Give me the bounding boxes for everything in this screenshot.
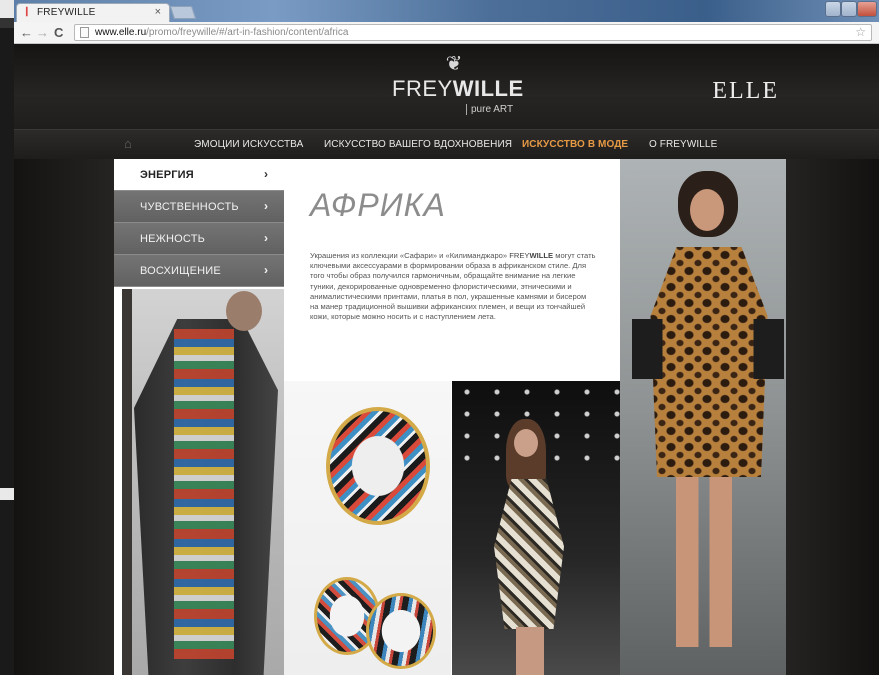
- article-heading: АФРИКА: [310, 187, 446, 223]
- logo-tagline: pure ART: [466, 104, 513, 115]
- submenu-item-sensuality[interactable]: ЧУВСТВЕННОСТЬ ›: [114, 191, 284, 223]
- article-panel: АФРИКА Украшения из коллекции «Сафари» и…: [284, 159, 620, 379]
- content-panel: ЭНЕРГИЯ › ЧУВСТВЕННОСТЬ › НЕЖНОСТЬ › ВОС…: [114, 159, 786, 675]
- model-face: [690, 189, 724, 231]
- kaftan-model-photo: [122, 289, 284, 675]
- chevron-right-icon: ›: [264, 199, 268, 213]
- bangle-large: [326, 407, 430, 525]
- model-legs: [516, 627, 544, 675]
- tab-title: FREYWILLE: [37, 7, 96, 18]
- photo-shadow: [122, 289, 132, 675]
- submenu-item-label: НЕЖНОСТЬ: [140, 233, 206, 245]
- article-body-intro: Украшения из коллекции «Сафари» и «Килим…: [310, 251, 510, 260]
- nav-item-art-in-fashion[interactable]: ИСКУССТВО В МОДЕ: [522, 139, 628, 150]
- url-text: www.elle.ru/promo/freywille/#/art-in-fas…: [95, 27, 348, 38]
- runway-model: [494, 419, 564, 675]
- logo-frey: FREY: [392, 76, 453, 101]
- submenu-item-tenderness[interactable]: НЕЖНОСТЬ ›: [114, 223, 284, 255]
- chevron-right-icon: ›: [264, 231, 268, 245]
- submenu-item-label: ЧУВСТВЕННОСТЬ: [140, 201, 239, 213]
- feather-sleeves: [632, 319, 784, 379]
- back-arrow-icon[interactable]: ←: [20, 25, 33, 41]
- maximize-button[interactable]: [841, 1, 857, 17]
- address-bar: ← → C www.elle.ru/promo/freywille/#/art-…: [14, 22, 879, 44]
- logo-wordmark: FREYWILLE: [392, 76, 524, 102]
- elle-logo[interactable]: ELLE: [712, 78, 779, 105]
- website: ❦ FREYWILLE pure ART ELLE ⌂ ЭМОЦИИ ИСКУС…: [14, 44, 879, 675]
- tab-bar: Ⅰ FREYWILLE ×: [14, 0, 879, 22]
- desktop-window-edge: [0, 28, 14, 488]
- url-host: www.elle.ru: [95, 27, 147, 38]
- forward-arrow-icon[interactable]: →: [36, 25, 49, 41]
- brand-name: FREYWILLE: [509, 251, 553, 260]
- minimize-button[interactable]: [825, 1, 841, 17]
- nav-item-inspiration[interactable]: ИСКУССТВО ВАШЕГО ВДОХНОВЕНИЯ: [324, 139, 512, 150]
- chevron-right-icon: ›: [264, 263, 268, 277]
- freywille-logo[interactable]: ❦ FREYWILLE pure ART: [388, 52, 538, 122]
- url-input[interactable]: www.elle.ru/promo/freywille/#/art-in-fas…: [74, 24, 872, 41]
- bangle-small-right: [366, 593, 436, 669]
- page-icon: [80, 27, 89, 38]
- brand-frey: FREY: [509, 251, 530, 260]
- home-icon[interactable]: ⌂: [124, 137, 138, 151]
- close-window-button[interactable]: [857, 1, 877, 17]
- brand-wille: WILLE: [529, 251, 554, 260]
- bookmark-star-icon[interactable]: ☆: [855, 25, 866, 39]
- browser-tab[interactable]: Ⅰ FREYWILLE ×: [16, 3, 170, 22]
- printed-dress: [494, 479, 564, 629]
- nav-item-emotions[interactable]: ЭМОЦИИ ИСКУССТВА: [194, 139, 303, 150]
- model-legs: [676, 477, 732, 647]
- url-path: /promo/freywille/#/art-in-fashion/conten…: [146, 27, 349, 38]
- model-face: [514, 429, 538, 457]
- site-header: ❦ FREYWILLE pure ART ELLE: [14, 44, 879, 129]
- desktop-window-edge: [0, 18, 14, 28]
- article-body: Украшения из коллекции «Сафари» и «Килим…: [310, 251, 596, 322]
- leopard-dress-model-photo: [620, 159, 786, 675]
- submenu-item-label: ЭНЕРГИЯ: [140, 169, 194, 181]
- griffin-emblem-icon: ❦: [445, 53, 463, 75]
- runway-model-photo: [452, 381, 620, 675]
- article-body-rest: могут стать ключевыми аксессуарами в фор…: [310, 251, 596, 322]
- reload-icon[interactable]: C: [54, 25, 63, 41]
- browser-window: Ⅰ FREYWILLE × ← → C www.elle.ru/promo/fr…: [14, 0, 879, 675]
- model-head: [226, 291, 262, 331]
- chevron-right-icon: ›: [264, 167, 268, 181]
- bracelets-photo: [284, 381, 451, 675]
- window-controls: [825, 1, 877, 17]
- tab-close-icon[interactable]: ×: [155, 6, 161, 18]
- submenu-item-label: ВОСХИЩЕНИЕ: [140, 265, 221, 277]
- desktop-window-edge: [0, 500, 14, 675]
- favicon-icon: Ⅰ: [25, 5, 29, 19]
- submenu-item-energy[interactable]: ЭНЕРГИЯ ›: [114, 159, 284, 191]
- category-submenu: ЭНЕРГИЯ › ЧУВСТВЕННОСТЬ › НЕЖНОСТЬ › ВОС…: [114, 159, 284, 287]
- kaftan-embroidery: [174, 329, 234, 659]
- main-navigation: ⌂ ЭМОЦИИ ИСКУССТВА ИСКУССТВО ВАШЕГО ВДОХ…: [14, 129, 879, 159]
- submenu-item-admiration[interactable]: ВОСХИЩЕНИЕ ›: [114, 255, 284, 287]
- new-tab-button[interactable]: [169, 6, 197, 19]
- logo-wille: WILLE: [452, 76, 524, 101]
- desktop-background-strip: [0, 0, 14, 675]
- nav-item-about[interactable]: О FREYWILLE: [649, 139, 717, 150]
